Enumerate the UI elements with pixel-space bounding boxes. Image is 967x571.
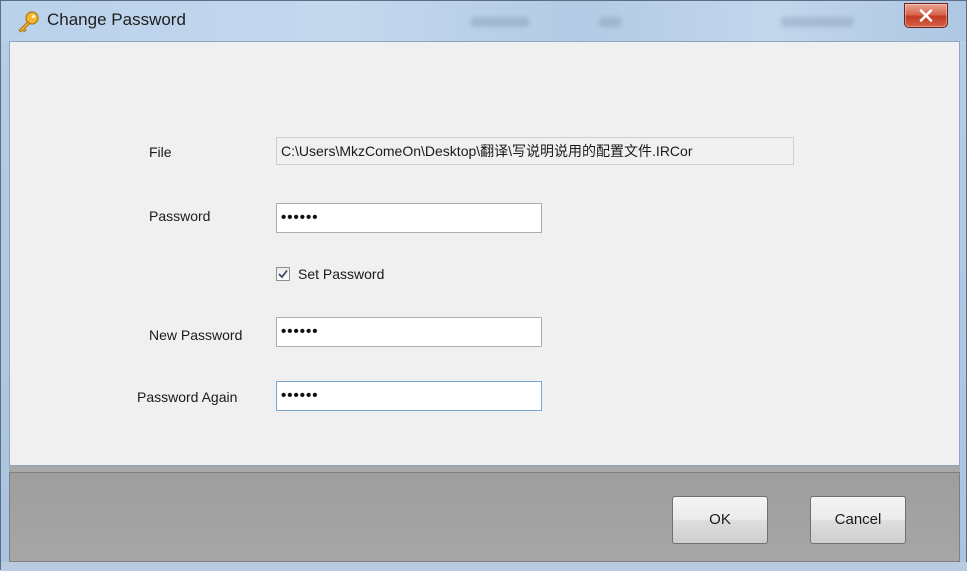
file-label: File [149,144,172,160]
key-icon [15,11,41,33]
file-path-field[interactable]: C:\Users\MkzComeOn\Desktop\翻译\写说明说用的配置文件… [276,137,794,165]
password-again-label: Password Again [137,389,238,405]
title-bar[interactable]: Change Password [1,1,966,41]
ok-button[interactable]: OK [672,496,768,544]
change-password-dialog: Change Password File C:\Users\MkzComeOn\… [0,0,967,571]
password-again-input[interactable]: •••••• [276,381,542,411]
window-title: Change Password [47,10,186,29]
background-blur [599,17,621,27]
password-input[interactable]: •••••• [276,203,542,233]
set-password-checkbox[interactable] [276,267,290,281]
background-blur [781,17,853,27]
background-blur [471,17,529,27]
cancel-button[interactable]: Cancel [810,496,906,544]
close-button[interactable] [904,3,948,28]
set-password-label[interactable]: Set Password [298,265,384,283]
new-password-input[interactable]: •••••• [276,317,542,347]
new-password-label: New Password [149,327,243,343]
password-label: Password [149,208,211,224]
